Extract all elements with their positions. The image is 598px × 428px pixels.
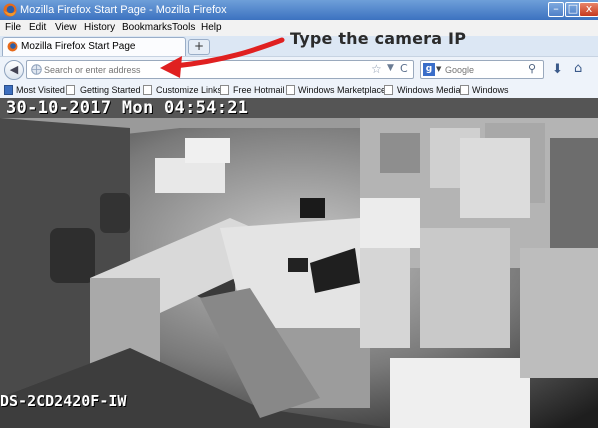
camera-model-label: DS-2CD2420F-IW: [0, 392, 127, 410]
camera-feed-image: [0, 98, 598, 428]
annotation-arrow-icon: [160, 37, 285, 78]
annotation-label: Type the camera IP: [290, 29, 467, 48]
camera-timestamp: 30-10-2017 Mon 04:54:21: [6, 98, 249, 118]
